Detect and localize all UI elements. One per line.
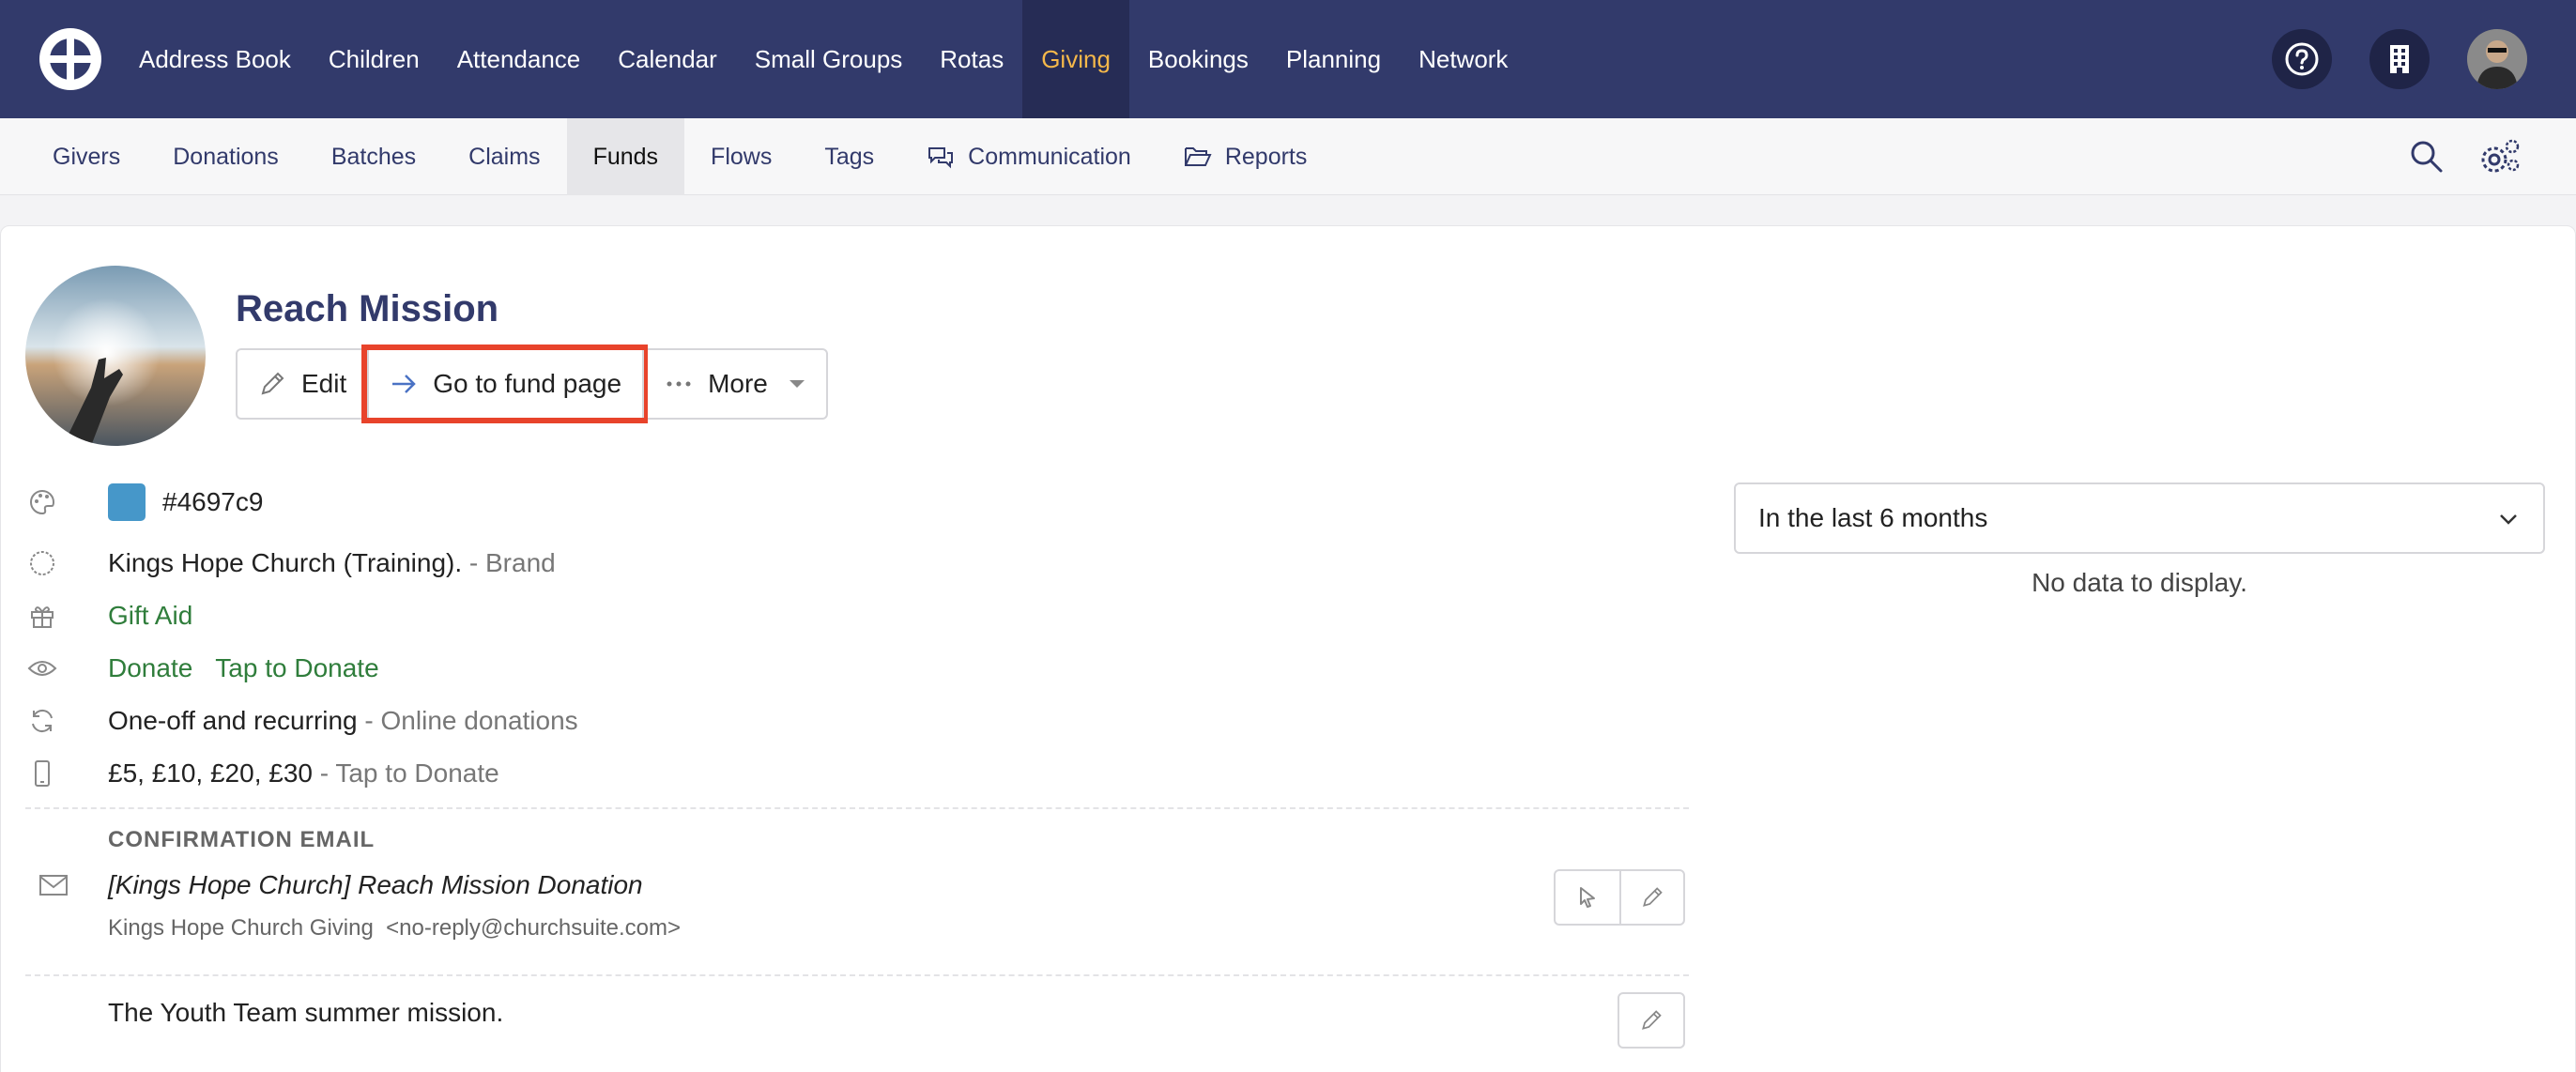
building-icon <box>2390 45 2409 73</box>
fund-actions: Edit Go to fund page More <box>236 345 828 423</box>
tab-communication[interactable]: Communication <box>900 118 1158 195</box>
palette-icon <box>30 489 55 515</box>
edit-button-label: Edit <box>301 369 347 398</box>
recurring-value: One-off and recurring <box>108 706 358 735</box>
tab-flows[interactable]: Flows <box>684 118 798 195</box>
nav-address-book[interactable]: Address Book <box>120 0 310 118</box>
tab-reports-label: Reports <box>1224 143 1308 170</box>
help-button[interactable] <box>2272 29 2332 89</box>
refresh-icon <box>32 709 53 733</box>
tab-claims[interactable]: Claims <box>442 118 566 195</box>
brand-circle-icon <box>30 551 54 575</box>
gift-icon <box>31 606 54 628</box>
divider <box>25 807 1689 809</box>
more-button-label: More <box>708 369 768 398</box>
fund-description: The Youth Team summer mission. <box>108 998 504 1027</box>
no-data-message: No data to display. <box>2032 568 2247 597</box>
nav-attendance[interactable]: Attendance <box>438 0 600 118</box>
folder-open-icon <box>1184 147 1212 166</box>
caret-down-icon <box>789 380 805 388</box>
fund-image <box>25 266 206 446</box>
email-subject: [Kings Hope Church] Reach Mission Donati… <box>108 870 643 899</box>
confirmation-email-label: CONFIRMATION EMAIL <box>108 827 376 852</box>
fund-color-value: #4697c9 <box>162 487 264 516</box>
email-from: Kings Hope Church Giving <no-reply@churc… <box>108 915 681 942</box>
fund-brand-row: Kings Hope Church (Training). - Brand <box>25 541 556 586</box>
chat-icon <box>928 147 954 169</box>
organisation-button[interactable] <box>2369 29 2430 89</box>
fund-title: Reach Mission <box>236 288 499 329</box>
tab-givers[interactable]: Givers <box>26 118 146 195</box>
help-icon <box>2285 42 2319 76</box>
nav-children[interactable]: Children <box>310 0 438 118</box>
gift-aid-label: Gift Aid <box>108 601 193 630</box>
nav-planning[interactable]: Planning <box>1267 0 1400 118</box>
tab-batches[interactable]: Batches <box>305 118 442 195</box>
preview-email-button[interactable] <box>1556 871 1619 924</box>
chevron-down-icon <box>2500 514 2517 525</box>
settings-gear-icon[interactable] <box>2478 137 2522 176</box>
top-navigation: Address Book Children Attendance Calenda… <box>0 0 2576 118</box>
nav-bookings[interactable]: Bookings <box>1129 0 1267 118</box>
search-icon[interactable] <box>2409 139 2445 175</box>
cursor-pointer-icon <box>1580 887 1595 908</box>
visibility-tap-to-donate: Tap to Donate <box>215 653 379 682</box>
gift-aid-row: Gift Aid <box>25 593 192 638</box>
email-actions <box>1554 869 1685 926</box>
sub-navigation: Givers Donations Batches Claims Funds Fl… <box>0 118 2576 195</box>
envelope-icon <box>39 875 68 896</box>
edit-button[interactable]: Edit <box>238 350 367 418</box>
tab-reports[interactable]: Reports <box>1158 118 1334 195</box>
brand-name: Kings Hope Church (Training). <box>108 548 463 577</box>
visibility-donate: Donate <box>108 653 193 682</box>
visibility-row: Donate Tap to Donate <box>25 646 379 691</box>
email-from-address: <no-reply@churchsuite.com> <box>386 915 681 941</box>
ellipsis-icon <box>667 381 691 387</box>
edit-description-button[interactable] <box>1619 994 1683 1047</box>
fund-color-row: #4697c9 <box>25 480 263 525</box>
nav-calendar[interactable]: Calendar <box>599 0 736 118</box>
mobile-phone-icon <box>35 760 50 787</box>
color-swatch <box>108 483 146 521</box>
tab-donations[interactable]: Donations <box>146 118 305 195</box>
amounts-value: £5, £10, £20, £30 <box>108 758 313 788</box>
arrow-right-icon <box>392 375 417 393</box>
tab-tags[interactable]: Tags <box>798 118 900 195</box>
brand-suffix: - Brand <box>468 548 556 577</box>
churchsuite-logo[interactable] <box>38 26 103 92</box>
email-from-name: Kings Hope Church Giving <box>108 915 374 941</box>
recurring-suffix: - Online donations <box>364 706 578 735</box>
edit-email-button[interactable] <box>1619 871 1683 924</box>
nav-network[interactable]: Network <box>1400 0 1526 118</box>
tab-communication-label: Communication <box>968 143 1131 170</box>
recurring-row: One-off and recurring - Online donations <box>25 698 578 743</box>
nav-giving[interactable]: Giving <box>1022 0 1129 118</box>
divider <box>25 974 1689 976</box>
pencil-icon <box>261 372 284 395</box>
main-nav: Address Book Children Attendance Calenda… <box>120 0 1526 118</box>
description-actions <box>1618 992 1685 1049</box>
period-select[interactable]: In the last 6 months <box>1734 482 2545 554</box>
pencil-icon <box>1642 1010 1662 1030</box>
period-select-value: In the last 6 months <box>1758 503 1988 532</box>
eye-icon <box>27 661 57 676</box>
go-to-fund-page-button[interactable]: Go to fund page <box>361 345 649 423</box>
user-avatar[interactable] <box>2467 29 2527 89</box>
amounts-suffix: - Tap to Donate <box>319 758 499 788</box>
nav-small-groups[interactable]: Small Groups <box>736 0 922 118</box>
pencil-icon <box>1643 887 1663 907</box>
more-button[interactable]: More <box>642 350 826 418</box>
user-avatar-image <box>2467 29 2527 89</box>
fund-detail-card: Reach Mission Edit Go to fund page More <box>0 225 2576 1072</box>
amounts-row: £5, £10, £20, £30 - Tap to Donate <box>25 751 499 796</box>
go-to-fund-page-label: Go to fund page <box>433 369 622 398</box>
nav-rotas[interactable]: Rotas <box>921 0 1022 118</box>
tab-funds[interactable]: Funds <box>566 118 685 195</box>
